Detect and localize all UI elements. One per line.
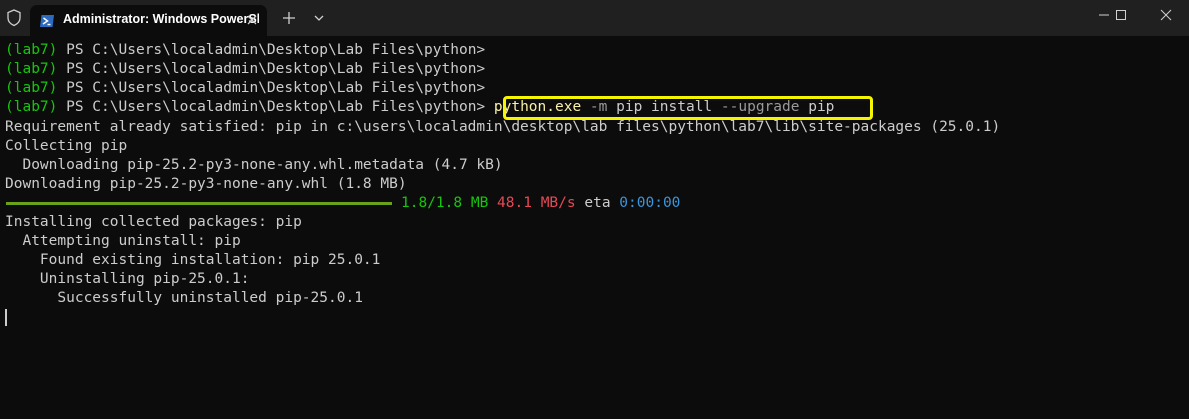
prompt-path: PS C:\Users\localadmin\Desktop\Lab Files… <box>57 61 486 77</box>
close-window-icon <box>1160 9 1172 21</box>
close-window-button[interactable] <box>1143 0 1189 30</box>
venv-label: (lab7) <box>5 80 58 96</box>
powershell-icon <box>40 15 54 27</box>
output-line: Collecting pip <box>5 138 128 154</box>
command-highlight-box <box>503 96 873 120</box>
terminal-tab[interactable]: Administrator: Windows PowerShell <box>30 5 267 36</box>
progress-size: 1.8/1.8 MB <box>401 195 489 211</box>
prompt-path: PS C:\Users\localadmin\Desktop\Lab Files… <box>57 42 486 58</box>
maximize-icon <box>1116 10 1126 20</box>
prompt-line: (lab7) PS C:\Users\localadmin\Desktop\La… <box>5 60 485 79</box>
plus-icon <box>283 12 295 24</box>
output-line: Downloading pip-25.2-py3-none-any.whl (1… <box>5 176 407 192</box>
text-cursor <box>5 309 7 326</box>
output-line: Installing collected packages: pip <box>5 214 302 230</box>
new-tab-button[interactable] <box>277 5 301 31</box>
prompt-path: PS C:\Users\localadmin\Desktop\Lab Files… <box>57 80 486 96</box>
shield-icon <box>7 9 21 27</box>
chevron-down-icon <box>314 15 324 21</box>
maximize-button[interactable] <box>1098 0 1144 30</box>
venv-label: (lab7) <box>5 99 58 115</box>
tab-dropdown-button[interactable] <box>308 5 330 31</box>
title-bar: Administrator: Windows PowerShell <box>0 0 1189 36</box>
venv-label: (lab7) <box>5 42 58 58</box>
venv-label: (lab7) <box>5 61 58 77</box>
output-line: Attempting uninstall: pip <box>5 233 241 249</box>
close-icon[interactable] <box>244 12 260 28</box>
prompt-line: (lab7) PS C:\Users\localadmin\Desktop\La… <box>5 41 485 60</box>
output-line: Requirement already satisfied: pip in c:… <box>5 119 1001 135</box>
output-line: Uninstalling pip-25.0.1: <box>5 271 250 287</box>
output-line: Found existing installation: pip 25.0.1 <box>5 252 381 268</box>
output-line: Downloading pip-25.2-py3-none-any.whl.me… <box>5 157 503 173</box>
prompt-path: PS C:\Users\localadmin\Desktop\Lab Files… <box>57 99 486 115</box>
eta-value: 0:00:00 <box>619 195 681 211</box>
progress-speed: 48.1 MB/s <box>497 195 576 211</box>
prompt-line: (lab7) PS C:\Users\localadmin\Desktop\La… <box>5 79 485 98</box>
output-line: Successfully uninstalled pip-25.0.1 <box>5 290 363 306</box>
eta-label: eta <box>584 195 611 211</box>
progress-status: 1.8/1.8 MB 48.1 MB/s eta 0:00:00 <box>401 194 680 213</box>
tab-title: Administrator: Windows PowerShell <box>63 12 259 26</box>
download-progress-bar <box>6 202 392 205</box>
